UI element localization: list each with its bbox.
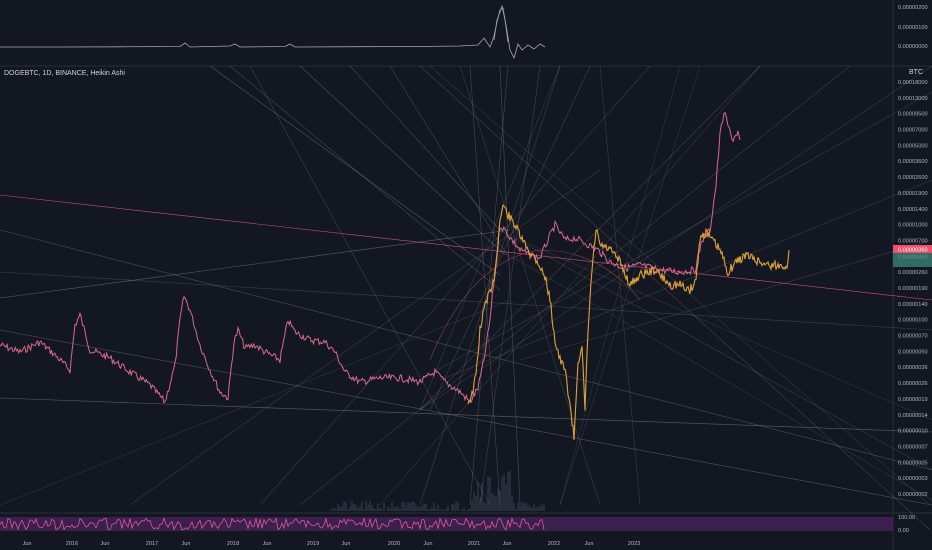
last-price-badge-band <box>893 253 932 267</box>
price-axis-tick: 0.00013000 <box>898 96 928 102</box>
time-axis-label: Jun <box>584 541 593 547</box>
price-axis-tick: 0.00000010 <box>898 429 928 435</box>
price-axis-tick: 0.00005000 <box>898 143 928 149</box>
price-axis-tick: 0.00000050 <box>898 349 928 355</box>
price-axis-tick: 0.00007000 <box>898 128 928 134</box>
time-axis-label: 2022 <box>548 541 560 547</box>
top-axis-tick: 0.00000100 <box>898 25 928 31</box>
time-axis-label: Jun <box>341 541 350 547</box>
price-axis-tick: 0.00000140 <box>898 302 928 308</box>
currency-label: BTC <box>909 69 923 76</box>
chart-canvas: 0.00000200 0.00000100 0.00000000 0.00018… <box>0 0 932 550</box>
top-axis-tick: 0.00000200 <box>898 5 928 11</box>
time-axis-label: Jun <box>22 541 31 547</box>
price-axis-tick: 0.00000070 <box>898 334 928 340</box>
price-axis-tick: 0.00000100 <box>898 318 928 324</box>
bottom-axis-tick: 100.00 <box>898 515 915 521</box>
price-axis-tick: 0.00003600 <box>898 159 928 165</box>
price-axis-tick: 0.00000002 <box>898 492 928 498</box>
price-axis-tick: 0.00009500 <box>898 112 928 118</box>
time-axis-label: Jun <box>181 541 190 547</box>
time-axis-label: 2021 <box>468 541 480 547</box>
price-axis-tick: 0.00000036 <box>898 365 928 371</box>
time-axis-label: 2017 <box>146 541 158 547</box>
time-axis-label: Jun <box>262 541 271 547</box>
time-axis-label: 2023 <box>628 541 640 547</box>
price-axis-tick: 0.00018000 <box>898 80 928 86</box>
time-axis-label: 2018 <box>227 541 239 547</box>
price-axis-tick: 0.00000019 <box>898 397 928 403</box>
price-axis-tick: 0.00000026 <box>898 381 928 387</box>
bottom-axis-tick: 0.00 <box>898 528 909 534</box>
price-axis-tick: 0.00000260 <box>898 270 928 276</box>
time-axis-label: Jun <box>423 541 432 547</box>
last-price-badge: 0.00000360 <box>893 245 932 267</box>
price-axis-tick: 0.00001400 <box>898 207 928 213</box>
time-axis-label: 2016 <box>66 541 78 547</box>
bottom-oscillator-panel <box>0 516 893 531</box>
chart-background <box>0 0 932 550</box>
price-axis-tick: 0.00001900 <box>898 191 928 197</box>
last-price-badge-text: 0.00000360 <box>898 248 928 254</box>
top-axis-tick: 0.00000000 <box>898 44 928 50</box>
price-axis-tick: 0.00002600 <box>898 175 928 181</box>
price-axis-tick: 0.00001000 <box>898 223 928 229</box>
time-axis-label: Jun <box>100 541 109 547</box>
time-axis-label: 2020 <box>388 541 400 547</box>
price-axis-tick: 0.00000700 <box>898 238 928 244</box>
time-axis-label: 2019 <box>307 541 319 547</box>
time-axis-label: Jun <box>502 541 511 547</box>
price-axis-tick: 0.00000014 <box>898 413 928 419</box>
price-axis-tick: 0.00000003 <box>898 476 928 482</box>
price-axis-tick: 0.00000007 <box>898 444 928 450</box>
price-axis-tick: 0.00000190 <box>898 286 928 292</box>
symbol-label: DOGEBTC, 1D, BINANCE, Heikin Ashi <box>4 70 125 77</box>
price-axis-tick: 0.00000005 <box>898 460 928 466</box>
